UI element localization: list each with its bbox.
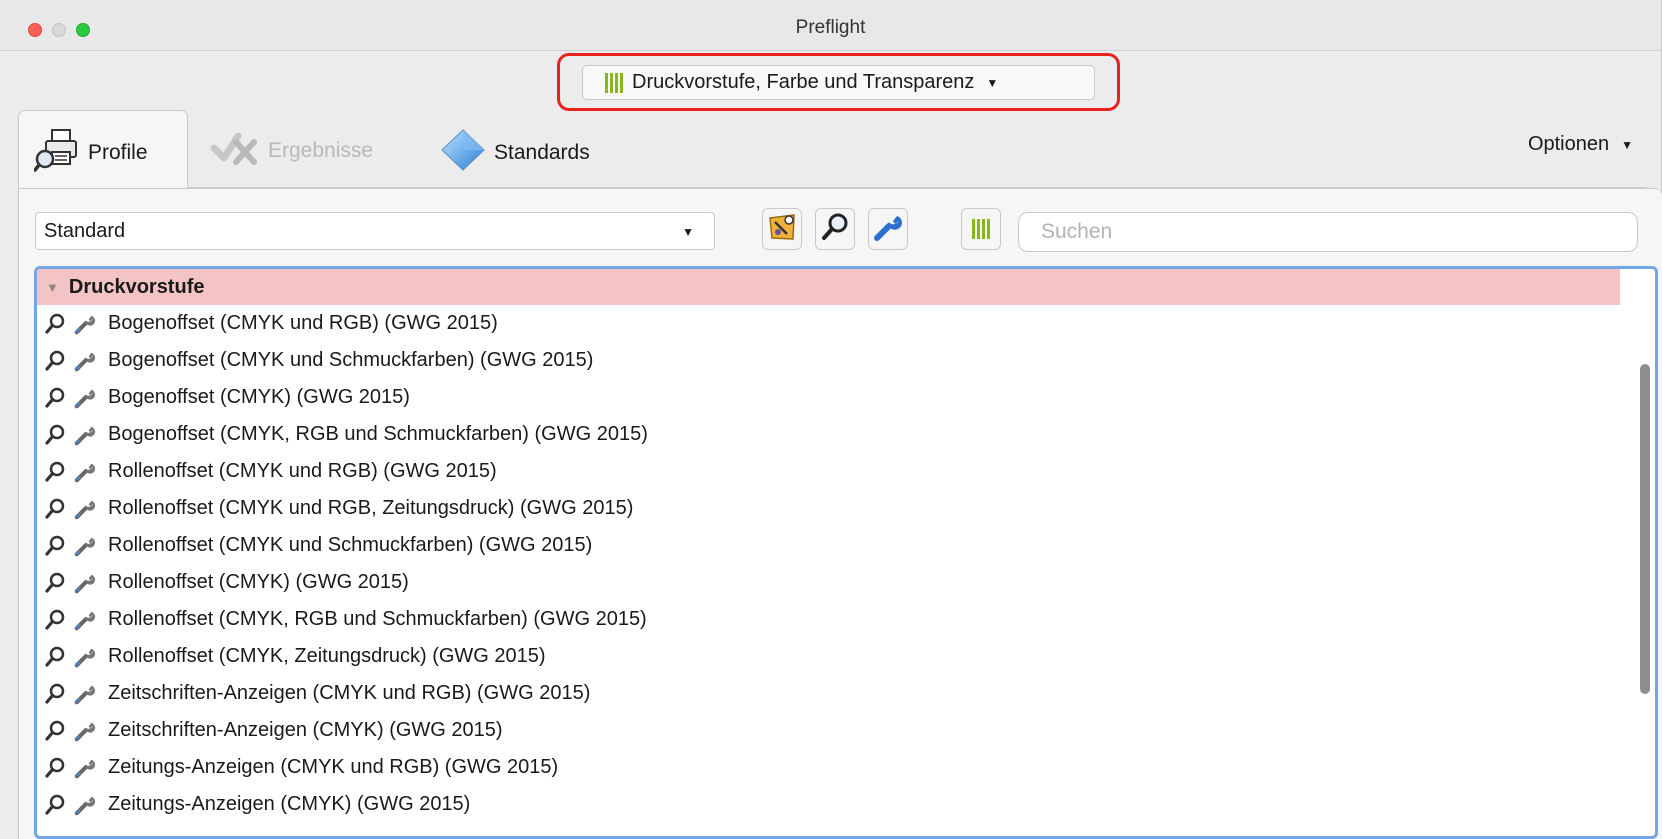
list-item[interactable]: Rollenoffset (CMYK und RGB, Zeitungsdruc…: [37, 490, 1620, 527]
tab-ergebnisse-label: Ergebnisse: [268, 139, 374, 162]
magnifier-icon: [820, 212, 850, 247]
list-item-label: Rollenoffset (CMYK und RGB) (GWG 2015): [108, 460, 497, 482]
disclosure-triangle-icon[interactable]: ▼: [46, 280, 59, 295]
list-item-label: Rollenoffset (CMYK, Zeitungsdruck) (GWG …: [108, 645, 546, 667]
magnifier-icon[interactable]: [44, 683, 66, 705]
list-item[interactable]: Bogenoffset (CMYK, RGB und Schmuckfarben…: [37, 416, 1620, 453]
list-item-label: Zeitschriften-Anzeigen (CMYK und RGB) (G…: [108, 682, 591, 704]
wrench-icon[interactable]: [74, 350, 96, 372]
magnifier-icon[interactable]: [44, 387, 66, 409]
list-item[interactable]: Zeitungs-Anzeigen (CMYK) (GWG 2015): [37, 786, 1620, 823]
list-item[interactable]: Rollenoffset (CMYK, Zeitungsdruck) (GWG …: [37, 638, 1620, 675]
results-check-icon: [210, 128, 260, 174]
magnifier-icon[interactable]: [44, 572, 66, 594]
magnifier-icon[interactable]: [44, 498, 66, 520]
wrench-icon[interactable]: [74, 387, 96, 409]
list-item-label: Zeitschriften-Anzeigen (CMYK) (GWG 2015): [108, 719, 503, 741]
wizard-button[interactable]: [762, 208, 802, 250]
search-input[interactable]: [1018, 212, 1638, 252]
wrench-icon[interactable]: [74, 424, 96, 446]
magnifier-icon[interactable]: [44, 424, 66, 446]
magnifier-icon[interactable]: [44, 313, 66, 335]
wrench-icon[interactable]: [74, 683, 96, 705]
magnifier-icon[interactable]: [44, 646, 66, 668]
profile-selector-highlight: Druckvorstufe, Farbe und Transparenz ▼: [557, 53, 1120, 111]
wrench-icon[interactable]: [74, 313, 96, 335]
window-title: Preflight: [795, 17, 866, 38]
magnifier-icon[interactable]: [44, 535, 66, 557]
profile-list[interactable]: ▼ Druckvorstufe Bogenoffset (CMYK und RG…: [34, 266, 1658, 839]
list-item[interactable]: Bogenoffset (CMYK und Schmuckfarben) (GW…: [37, 342, 1620, 379]
preflight-window: Preflight Druckvorstufe, Farbe und Trans…: [0, 0, 1662, 839]
list-item[interactable]: Rollenoffset (CMYK) (GWG 2015): [37, 564, 1620, 601]
magnifier-icon[interactable]: [44, 350, 66, 372]
profile-library-label: Druckvorstufe, Farbe und Transparenz: [632, 71, 975, 93]
list-item-label: Rollenoffset (CMYK, RGB und Schmuckfarbe…: [108, 608, 647, 630]
group-label: Druckvorstufe: [68, 275, 205, 298]
list-item[interactable]: Zeitschriften-Anzeigen (CMYK) (GWG 2015): [37, 712, 1620, 749]
list-item[interactable]: Bogenoffset (CMYK) (GWG 2015): [37, 379, 1620, 416]
tab-standards[interactable]: Standards: [440, 128, 590, 178]
wizard-icon: [767, 212, 797, 247]
list-item-label: Rollenoffset (CMYK) (GWG 2015): [108, 571, 409, 593]
profile-library-dropdown[interactable]: Druckvorstufe, Farbe und Transparenz ▼: [582, 65, 1095, 100]
magnifier-icon[interactable]: [44, 794, 66, 816]
scrollbar[interactable]: [1640, 364, 1650, 694]
tab-bar: Profile Ergebnisse Standards Optionen ▼: [0, 110, 1661, 190]
wrench-icon[interactable]: [74, 757, 96, 779]
list-item-label: Zeitungs-Anzeigen (CMYK) (GWG 2015): [108, 793, 471, 815]
printer-magnifier-icon: [33, 128, 80, 178]
wrench-icon[interactable]: [74, 794, 96, 816]
magnifier-icon[interactable]: [44, 720, 66, 742]
options-menu[interactable]: Optionen ▼: [1528, 133, 1633, 156]
tab-ergebnisse[interactable]: Ergebnisse: [210, 128, 373, 174]
wrench-icon[interactable]: [74, 609, 96, 631]
magnifier-icon[interactable]: [44, 609, 66, 631]
bars-icon: [972, 219, 990, 239]
options-label: Optionen: [1527, 133, 1610, 155]
list-item-label: Rollenoffset (CMYK und RGB, Zeitungsdruc…: [108, 497, 634, 519]
fix-button[interactable]: [868, 208, 908, 250]
group-header-druckvorstufe[interactable]: ▼ Druckvorstufe: [37, 269, 1620, 305]
profile-filter-value: Standard: [44, 219, 126, 242]
list-item[interactable]: Rollenoffset (CMYK, RGB und Schmuckfarbe…: [37, 601, 1620, 638]
list-item-label: Bogenoffset (CMYK und RGB) (GWG 2015): [108, 312, 498, 334]
chevron-down-icon: ▼: [682, 225, 694, 239]
list-item[interactable]: Zeitschriften-Anzeigen (CMYK und RGB) (G…: [37, 675, 1620, 712]
title-bar: Preflight: [0, 0, 1661, 51]
wrench-icon: [873, 212, 903, 247]
tab-standards-label: Standards: [494, 141, 590, 164]
chevron-down-icon: ▼: [986, 75, 999, 90]
list-item-label: Bogenoffset (CMYK, RGB und Schmuckfarben…: [108, 423, 648, 445]
profile-filter-dropdown[interactable]: Standard ▼: [35, 212, 715, 250]
list-item[interactable]: Rollenoffset (CMYK und Schmuckfarben) (G…: [37, 527, 1620, 564]
standards-diamond-icon: [440, 128, 486, 178]
wrench-icon[interactable]: [74, 572, 96, 594]
wrench-icon[interactable]: [74, 498, 96, 520]
wrench-icon[interactable]: [74, 535, 96, 557]
list-item-label: Rollenoffset (CMYK und Schmuckfarben) (G…: [108, 534, 593, 556]
list-item[interactable]: Bogenoffset (CMYK und RGB) (GWG 2015): [37, 305, 1620, 342]
magnifier-icon[interactable]: [44, 757, 66, 779]
list-item-label: Zeitungs-Anzeigen (CMYK und RGB) (GWG 20…: [108, 756, 559, 778]
magnifier-icon[interactable]: [44, 461, 66, 483]
list-item-label: Bogenoffset (CMYK) (GWG 2015): [108, 386, 410, 408]
tab-profile-label: Profile: [88, 141, 148, 164]
list-item[interactable]: Zeitungs-Anzeigen (CMYK und RGB) (GWG 20…: [37, 749, 1620, 786]
bars-icon: [605, 72, 623, 93]
profile-rows: Bogenoffset (CMYK und RGB) (GWG 2015) Bog…: [37, 305, 1620, 823]
analyze-button[interactable]: [815, 208, 855, 250]
wrench-icon[interactable]: [74, 646, 96, 668]
wrench-icon[interactable]: [74, 720, 96, 742]
chevron-down-icon: ▼: [1621, 137, 1633, 152]
list-item-label: Bogenoffset (CMYK und Schmuckfarben) (GW…: [108, 349, 594, 371]
tab-profile[interactable]: Profile: [33, 128, 148, 178]
divider: [187, 187, 1647, 188]
list-item[interactable]: Rollenoffset (CMYK und RGB) (GWG 2015): [37, 453, 1620, 490]
wrench-icon[interactable]: [74, 461, 96, 483]
library-bars-button[interactable]: [961, 208, 1001, 250]
